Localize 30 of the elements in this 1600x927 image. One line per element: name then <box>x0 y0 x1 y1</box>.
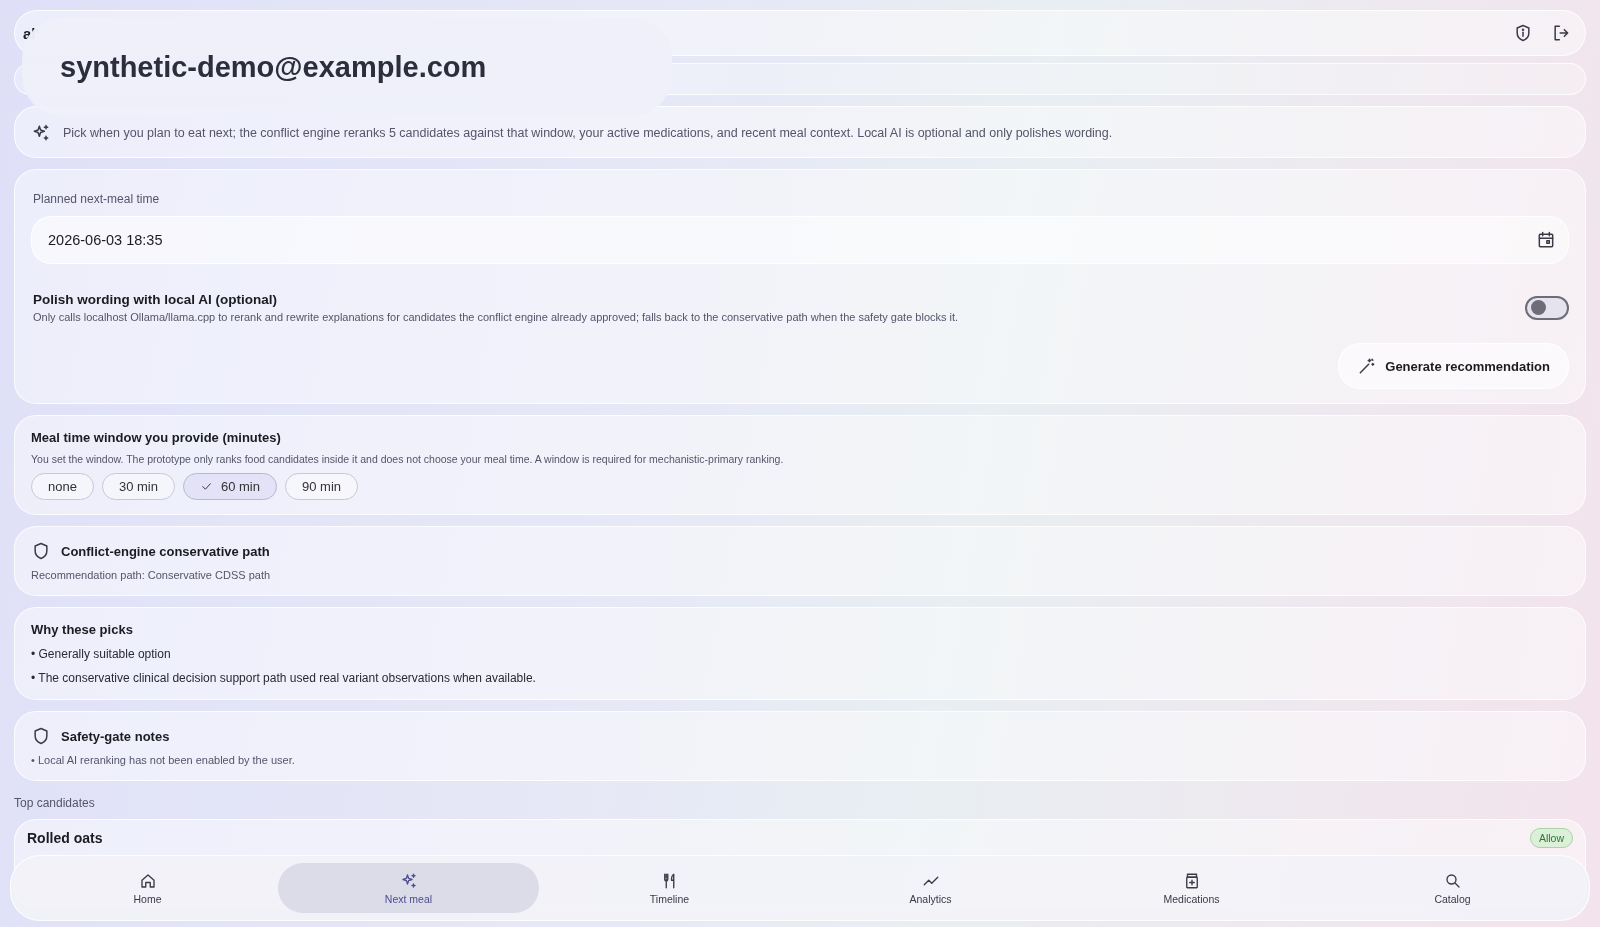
setting-description: Only calls localhost Ollama/llama.cpp to rerank and rewrite explanations for candidates the conflict engine already approved; falls back to the conservative path when the safety gate blocks it. <box>33 311 959 323</box>
user-initials: al' <box>23 24 40 42</box>
datetime-field[interactable]: 2026-06-03 18:35 <box>31 216 1569 264</box>
reason-item: • The conservative clinical decision support path used real variant observations when available. <box>31 671 537 685</box>
card-title: Conflict-engine conservative path <box>61 543 270 559</box>
card-title: Safety-gate notes <box>61 728 170 744</box>
nav-item[interactable]: Catalog <box>1322 863 1583 913</box>
reason-item: • Generally suitable option <box>31 647 172 661</box>
safety-note: • Local AI reranking has not been enabled by the user. <box>31 754 296 766</box>
nav-item[interactable]: Home <box>17 863 278 913</box>
card-description: You set the window. The prototype only ranks food candidates inside it and does not choose your meal time. A window is required for mechanistic-primary ranking. <box>31 453 785 465</box>
path-text: Recommendation path: Conservative CDSS path <box>31 569 272 581</box>
filter-chip[interactable]: 60 min <box>182 473 277 500</box>
generate-button[interactable]: Generate recommendation <box>1338 343 1569 389</box>
nav-item[interactable]: Medications <box>1061 863 1322 913</box>
filter-chip[interactable]: none <box>31 473 94 500</box>
account-email: synthetic-demo@example.com <box>60 50 487 84</box>
field-label: Planned next-meal time <box>33 192 161 206</box>
nav-item[interactable]: Next meal <box>278 863 539 913</box>
filter-chip[interactable]: 30 min <box>101 473 175 500</box>
nav-item[interactable]: Analytics <box>800 863 1061 913</box>
info-text: Pick when you plan to eat next; the conflict engine reranks 5 candidates against that window, your active medications, and recent meal context. Local AI is optional and only polishes wording. <box>63 126 1113 140</box>
filter-chip[interactable]: 90 min <box>285 473 358 500</box>
verdict-badge: Allow <box>1529 828 1573 848</box>
candidate-name: Rolled oats <box>27 830 103 846</box>
card-title: Why these picks <box>31 622 134 637</box>
card-title: Meal time window you provide (minutes) <box>31 430 282 445</box>
setting-title: Polish wording with local AI (optional) <box>33 292 278 307</box>
nav-item[interactable]: Timeline <box>539 863 800 913</box>
section-title: Top candidates <box>14 796 96 810</box>
